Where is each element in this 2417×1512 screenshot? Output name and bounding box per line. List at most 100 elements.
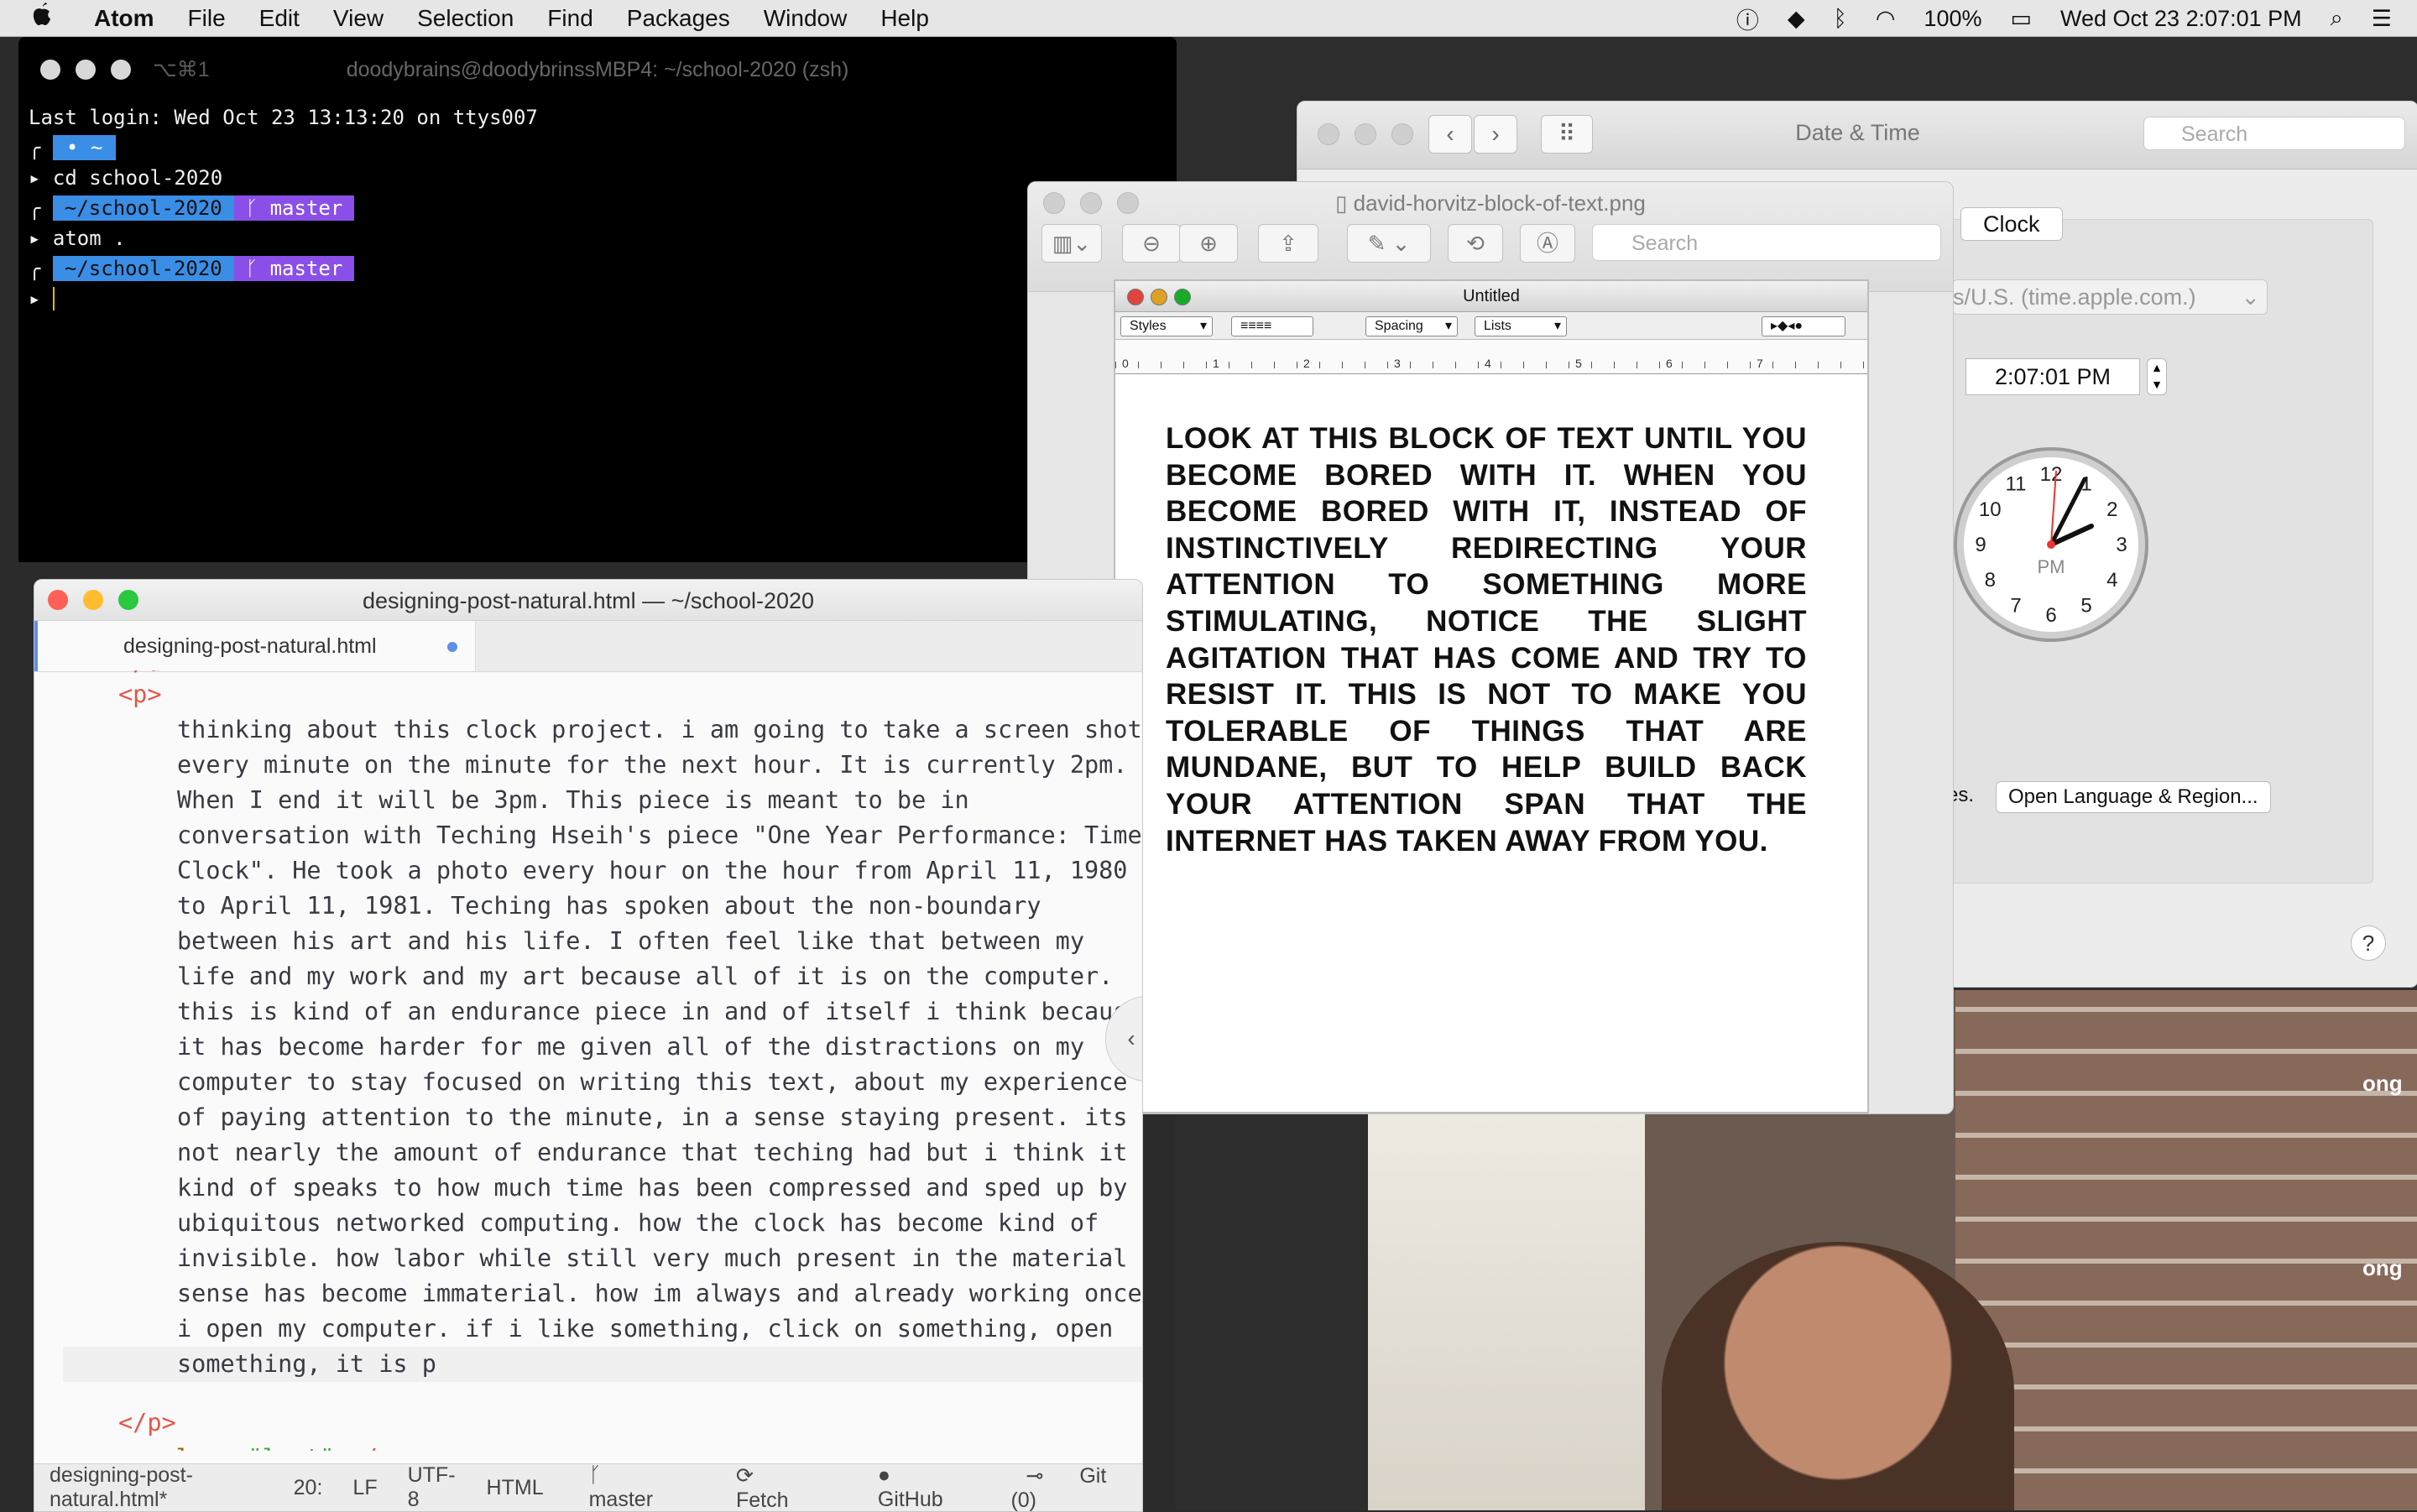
sidebar-icon[interactable]: ▥⌄ bbox=[1041, 224, 1102, 263]
bluetooth-icon[interactable]: ᛒ bbox=[1834, 6, 1847, 32]
menu-bar: Atom File Edit View Selection Find Packages Wi… bbox=[0, 0, 2417, 37]
status-fetch[interactable]: ⟳ Fetch bbox=[721, 1463, 833, 1512]
document-icon: ▯ bbox=[1335, 190, 1354, 216]
menu-app-atom[interactable]: Atom bbox=[94, 5, 154, 32]
atom-editor-window: designing-post-natural.html — ~/school-2… bbox=[34, 579, 1143, 1512]
code-line: <p> bbox=[34, 677, 1142, 712]
zoom-button[interactable] bbox=[111, 60, 131, 80]
status-encoding[interactable]: UTF-8 bbox=[408, 1463, 457, 1512]
apple-logo-icon[interactable] bbox=[30, 2, 77, 34]
status-file[interactable]: designing-post-natural.html* bbox=[50, 1463, 264, 1512]
clock-number: 5 bbox=[2080, 595, 2091, 618]
tab-designing-post-natural[interactable]: designing-post-natural.html bbox=[34, 621, 476, 671]
code-line: to April 11, 1981. Teching has spoken ab… bbox=[34, 889, 1142, 924]
menu-extras: ⓘ ◆ ᛒ ◠ 100% ▭ Wed Oct 23 2:07:01 PM ⌕ ☰ bbox=[1736, 0, 2392, 37]
branch-icon: ᚴ bbox=[589, 1463, 602, 1487]
terminal-cursor bbox=[53, 287, 66, 310]
menu-window[interactable]: Window bbox=[764, 5, 848, 32]
time-stepper[interactable]: ▲▼ bbox=[2147, 358, 2167, 395]
code-line: </p> bbox=[34, 1405, 1142, 1441]
menu-view[interactable]: View bbox=[333, 5, 384, 32]
zoom-in-icon[interactable]: ⊕ bbox=[1179, 224, 1238, 263]
alignment-buttons: ≡≡≡≡ bbox=[1231, 316, 1313, 336]
code-line: life and my work and my art because all … bbox=[34, 959, 1142, 994]
close-button[interactable] bbox=[40, 60, 60, 80]
zoom-out-icon[interactable]: ⊖ bbox=[1122, 224, 1181, 263]
prompt-path: ~/school-2020 bbox=[53, 256, 234, 281]
menu-selection[interactable]: Selection bbox=[417, 5, 514, 32]
spacing-select: Spacing ▾ bbox=[1365, 316, 1458, 336]
analog-clock: 121234567891011 PM bbox=[1952, 446, 2150, 644]
share-icon[interactable]: ⇪ bbox=[1258, 224, 1318, 263]
open-language-region-button[interactable]: Open Language & Region... bbox=[1996, 781, 2271, 813]
search-input[interactable]: Search bbox=[2143, 117, 2405, 150]
code-line: When I end it will be 3pm. This piece is… bbox=[34, 783, 1142, 818]
tab-clock[interactable]: Clock bbox=[1960, 207, 2063, 241]
ruler-number: 0 bbox=[1122, 357, 1129, 370]
clock-number: 12 bbox=[2040, 463, 2063, 486]
time-field[interactable]: 2:07:01 PM bbox=[1965, 358, 2140, 395]
textedit-title: Untitled bbox=[1115, 281, 1867, 311]
tab-stop-buttons: ▸◆◂● bbox=[1762, 316, 1845, 336]
tab-label: designing-post-natural.html bbox=[123, 634, 377, 658]
menu-file[interactable]: File bbox=[188, 5, 226, 32]
menu-packages[interactable]: Packages bbox=[627, 5, 730, 32]
annotate-icon[interactable]: Ⓐ bbox=[1520, 224, 1575, 263]
spotlight-search-icon[interactable]: ⌕ bbox=[2331, 5, 2343, 32]
minimize-button[interactable] bbox=[76, 60, 96, 80]
rotate-icon[interactable]: ⟲ bbox=[1448, 224, 1503, 263]
menu-edit[interactable]: Edit bbox=[259, 5, 300, 32]
prompt-branch: ᚴ master bbox=[234, 196, 355, 221]
input-line[interactable]: ▸ bbox=[18, 284, 1177, 314]
status-cursor[interactable]: 20: bbox=[294, 1476, 323, 1500]
window-controls bbox=[40, 60, 131, 80]
code-line: thinking about this clock project. i am … bbox=[34, 712, 1142, 748]
ruler-number: 5 bbox=[1575, 357, 1582, 370]
evernote-icon[interactable]: ◆ bbox=[1788, 6, 1805, 32]
clock-number: 7 bbox=[2010, 595, 2021, 618]
webcam-label: ong bbox=[2362, 1071, 2403, 1097]
markup-icon[interactable]: ✎ ⌄ bbox=[1347, 224, 1431, 263]
ruler-number: 6 bbox=[1666, 357, 1673, 370]
menubar-clock[interactable]: Wed Oct 23 2:07:01 PM bbox=[2060, 6, 2302, 32]
prompt-branch: ᚴ master bbox=[234, 256, 355, 281]
code-line: between his art and his life. I often fe… bbox=[34, 924, 1142, 959]
wifi-icon[interactable]: ◠ bbox=[1876, 6, 1896, 32]
terminal-titlebar: ⌥⌘1 doodybrains@doodybrinssMBP4: ~/schoo… bbox=[18, 37, 1177, 102]
menu-help[interactable]: Help bbox=[880, 5, 929, 32]
prompt-path: ~/school-2020 bbox=[53, 196, 234, 221]
battery-percent[interactable]: 100% bbox=[1924, 6, 1981, 32]
textedit-format-bar: Styles ▾ ≡≡≡≡ Spacing ▾ Lists ▾ ▸◆◂● bbox=[1115, 312, 1867, 340]
time-server-select[interactable]: s/U.S. (time.apple.com.) ⌄ bbox=[1952, 279, 2268, 315]
command-line: ▸ cd school-2020 bbox=[18, 163, 1177, 193]
github-icon: ● bbox=[878, 1463, 890, 1487]
status-branch[interactable]: ᚴ master bbox=[574, 1463, 691, 1512]
webcam-brick-wall bbox=[1955, 990, 2417, 1510]
onepassword-icon[interactable]: ⓘ bbox=[1736, 3, 1759, 35]
code-editor[interactable]: </div> <p> thinking about this clock pro… bbox=[34, 670, 1142, 1451]
status-git[interactable]: ⊸ Git (0) bbox=[1010, 1463, 1127, 1512]
block-of-text: LOOK AT THIS BLOCK OF TEXT UNTIL YOU BEC… bbox=[1166, 420, 1807, 859]
status-line-ending[interactable]: LF bbox=[352, 1476, 377, 1500]
textedit-titlebar: Untitled bbox=[1115, 281, 1867, 312]
notification-center-icon[interactable]: ☰ bbox=[2372, 6, 2392, 32]
tab-shortcut: ⌥⌘1 bbox=[153, 57, 210, 82]
search-input[interactable]: Search bbox=[1592, 224, 1941, 261]
atom-titlebar: designing-post-natural.html — ~/school-2… bbox=[34, 580, 1142, 621]
terminal-window: ⌥⌘1 doodybrains@doodybrinssMBP4: ~/schoo… bbox=[18, 37, 1177, 562]
battery-icon[interactable]: ▭ bbox=[2010, 6, 2032, 32]
status-github[interactable]: ● GitHub bbox=[863, 1463, 981, 1512]
ruler-number: 3 bbox=[1394, 357, 1401, 370]
command-text: cd school-2020 bbox=[53, 166, 222, 190]
help-button[interactable]: ? bbox=[2351, 925, 2386, 961]
ruler: 01234567 bbox=[1115, 340, 1867, 374]
code-line: conversation with Teching Hseih's piece … bbox=[34, 818, 1142, 853]
ruler-number: 1 bbox=[1213, 357, 1219, 370]
status-grammar[interactable]: HTML bbox=[487, 1476, 544, 1500]
document-title: ▯ david-horvitz-block-of-text.png bbox=[1028, 190, 1953, 216]
command-line: ▸ atom . bbox=[18, 223, 1177, 253]
clock-number: 6 bbox=[2045, 604, 2056, 627]
clock-number: 9 bbox=[1975, 534, 1986, 556]
menu-find[interactable]: Find bbox=[547, 5, 593, 32]
clock-number: 11 bbox=[2006, 472, 2027, 495]
